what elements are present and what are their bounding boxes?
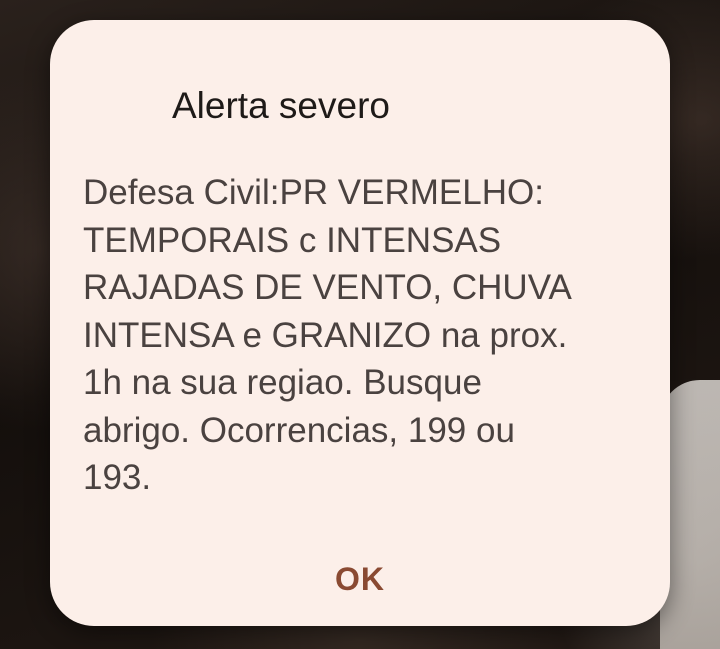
- alert-message: Defesa Civil:PR VERMELHO: TEMPORAIS c IN…: [83, 173, 572, 497]
- ok-button[interactable]: OK: [312, 551, 408, 607]
- dialog-title: Alerta severo: [172, 85, 390, 126]
- severe-alert-dialog: Alerta severo Defesa Civil:PR VERMELHO: …: [50, 20, 670, 626]
